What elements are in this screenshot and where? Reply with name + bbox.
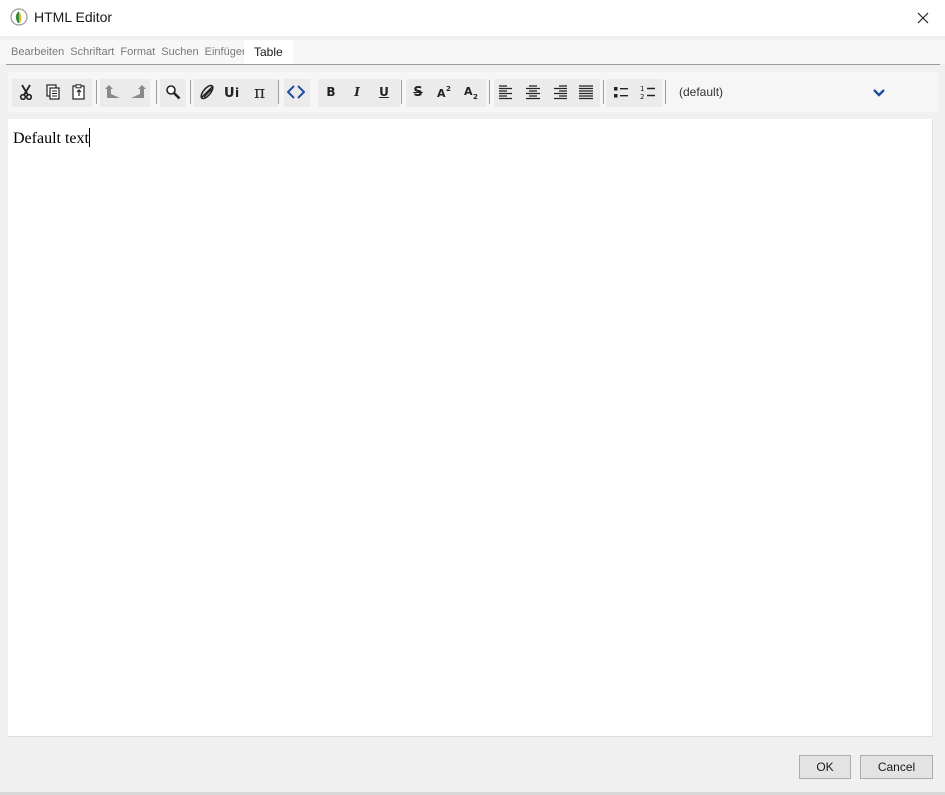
undo-button[interactable] (101, 79, 125, 105)
undo-arrow-icon (105, 85, 120, 98)
close-button[interactable] (905, 2, 941, 34)
numbered-list-icon: 1 2 (640, 85, 655, 100)
menu-item-schriftart[interactable]: Schriftart (70, 46, 114, 58)
align-center-button[interactable] (521, 79, 545, 105)
bullet-list-button[interactable] (609, 79, 633, 105)
align-right-button[interactable] (548, 79, 572, 105)
align-right-icon (554, 85, 567, 100)
superscript-button[interactable]: A 2 (433, 79, 457, 105)
bold-label: B (326, 85, 336, 99)
copy-button[interactable] (41, 79, 65, 105)
underline-label: U (379, 85, 389, 99)
unicode-icon: U i (224, 86, 239, 100)
menu-item-table[interactable]: Table (244, 40, 293, 64)
cancel-button[interactable]: Cancel (860, 755, 933, 779)
paste-button[interactable] (67, 79, 91, 105)
cut-button[interactable] (14, 79, 38, 105)
justify-button[interactable] (574, 79, 598, 105)
pi-icon: π (254, 84, 265, 100)
ok-button[interactable]: OK (799, 755, 851, 779)
numbered-list-button[interactable]: 1 2 (636, 79, 660, 105)
chevron-down-icon[interactable] (870, 83, 888, 103)
redo-arrow-icon (131, 85, 146, 98)
menu-item-einfuegen[interactable]: Einfügen (205, 46, 248, 58)
editor-text-content: Default text (13, 130, 89, 147)
italic-label: I (354, 85, 360, 99)
menu-items: Bearbeiten Schriftart Format Suchen Einf… (11, 46, 251, 58)
close-icon (917, 12, 929, 24)
svg-text:A: A (464, 85, 473, 98)
strikethrough-label: S (413, 84, 423, 100)
svg-text:π: π (254, 84, 265, 100)
math-button[interactable]: π (249, 79, 273, 105)
subscript-button[interactable]: A 2 (460, 79, 484, 105)
toolbar-separator (278, 80, 279, 104)
justify-icon (579, 85, 593, 100)
scissors-icon (19, 84, 33, 100)
find-button[interactable] (161, 79, 185, 105)
copy-icon (46, 84, 60, 100)
svg-text:i: i (235, 86, 239, 100)
editor-content-area[interactable]: Default text (8, 119, 933, 737)
redo-button[interactable] (126, 79, 150, 105)
paragraph-style-value: (default) (679, 85, 724, 99)
toolbar-separator (665, 80, 666, 104)
magnifier-icon (166, 85, 181, 100)
toolbar-separator (603, 80, 604, 104)
code-brackets-icon (287, 85, 305, 99)
menu-divider (6, 64, 940, 65)
bullet-list-icon (614, 87, 628, 98)
link-button[interactable] (195, 79, 219, 105)
app-logo-icon (10, 8, 28, 26)
title-bar: HTML Editor (0, 0, 945, 36)
italic-button[interactable]: I (345, 79, 369, 105)
underline-button[interactable]: U (372, 79, 396, 105)
align-left-button[interactable] (494, 79, 518, 105)
toolbar-separator (401, 80, 402, 104)
superscript-icon: A 2 (437, 85, 451, 100)
menu-item-bearbeiten[interactable]: Bearbeiten (11, 46, 64, 58)
bold-button[interactable]: B (319, 79, 343, 105)
text-caret (88, 128, 90, 147)
svg-text:2: 2 (640, 93, 644, 100)
toolbar-separator (190, 80, 191, 104)
toolbar-separator (156, 80, 157, 104)
svg-text:2: 2 (473, 93, 478, 100)
link-icon (200, 84, 214, 100)
align-center-icon (526, 85, 540, 100)
svg-text:A: A (437, 87, 446, 100)
svg-text:1: 1 (640, 85, 644, 93)
menu-item-suchen[interactable]: Suchen (161, 46, 198, 58)
paste-icon (72, 84, 85, 100)
subscript-icon: A 2 (464, 85, 478, 100)
svg-text:2: 2 (446, 85, 451, 93)
paragraph-style-select[interactable]: (default) (668, 82, 890, 104)
toolbar-separator (489, 80, 490, 104)
editor-text: Default text (13, 128, 90, 148)
window-title: HTML Editor (34, 9, 113, 25)
source-button[interactable] (284, 79, 308, 105)
svg-text:U: U (224, 86, 235, 100)
toolbar-separator (96, 80, 97, 104)
strikethrough-button[interactable]: S (406, 79, 430, 105)
menu-item-format[interactable]: Format (120, 46, 155, 58)
unicode-button[interactable]: U i (222, 79, 246, 105)
align-left-icon (499, 85, 512, 100)
